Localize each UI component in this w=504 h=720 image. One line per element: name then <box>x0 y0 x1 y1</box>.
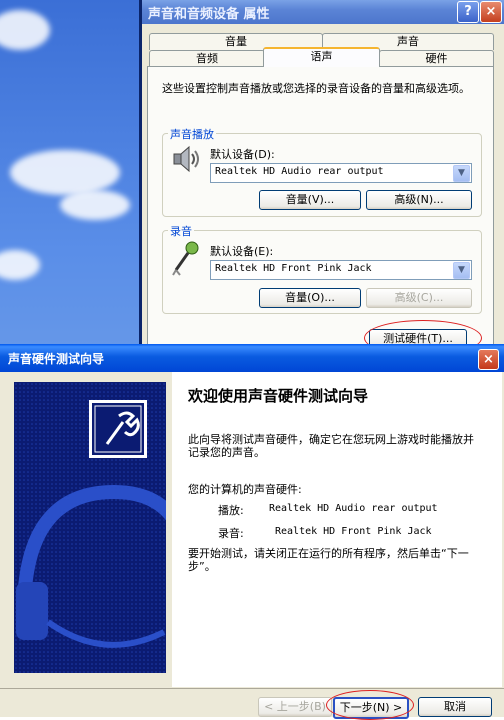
recording-device-name: Realtek HD Front Pink Jack <box>275 526 432 537</box>
cloud <box>0 10 50 50</box>
speaker-icon <box>170 143 202 175</box>
wizard-titlebar[interactable]: 声音硬件测试向导 × <box>0 344 504 372</box>
cancel-button[interactable]: 取消 <box>418 697 492 717</box>
cloud <box>60 190 130 220</box>
tab-voice[interactable]: 语声 <box>263 47 380 67</box>
help-button[interactable]: ? <box>457 1 479 23</box>
wizard-divider <box>0 688 504 689</box>
wizard-close-button[interactable]: × <box>478 349 499 370</box>
microphone-icon <box>170 240 202 276</box>
voice-description: 这些设置控制声音播放或您选择的录音设备的音量和高级选项。 <box>162 82 470 95</box>
close-button[interactable]: × <box>480 1 502 23</box>
playback-group-label: 声音播放 <box>168 126 216 142</box>
playback-device-name: Realtek HD Audio rear output <box>269 503 438 514</box>
tab-audio[interactable]: 音频 <box>149 50 265 67</box>
playback-volume-button[interactable]: 音量(V)... <box>259 190 361 210</box>
cloud <box>0 250 40 280</box>
cloud <box>10 150 120 195</box>
hardware-heading: 您的计算机的声音硬件: <box>188 483 302 496</box>
annotation-circle <box>326 690 414 720</box>
playback-label: 播放: <box>218 504 244 517</box>
playback-advanced-button[interactable]: 高级(N)... <box>366 190 472 210</box>
tab-hardware[interactable]: 硬件 <box>379 50 494 67</box>
recording-device-select[interactable]: Realtek HD Front Pink Jack ▼ <box>210 260 472 280</box>
wizard-title: 声音硬件测试向导 <box>8 352 105 366</box>
recording-label: 录音: <box>218 527 244 540</box>
recording-device-value: Realtek HD Front Pink Jack <box>215 263 372 274</box>
chevron-down-icon[interactable]: ▼ <box>453 262 470 279</box>
wizard-heading: 欢迎使用声音硬件测试向导 <box>188 387 369 405</box>
recording-advanced-button: 高级(C)... <box>366 288 472 308</box>
wrench-icon <box>89 400 147 458</box>
playback-default-device-label: 默认设备(D): <box>210 148 275 161</box>
recording-volume-button[interactable]: 音量(O)... <box>259 288 361 308</box>
wizard-instruction: 要开始测试，请关闭正在运行的所有程序，然后单击“下一步”。 <box>188 547 469 573</box>
chevron-down-icon[interactable]: ▼ <box>453 165 470 182</box>
wizard-banner <box>14 382 166 673</box>
wizard-intro: 此向导将测试声音硬件，确定它在您玩网上游戏时能播放并记录您的声音。 <box>188 433 474 459</box>
playback-device-value: Realtek HD Audio rear output <box>215 166 384 177</box>
playback-device-select[interactable]: Realtek HD Audio rear output ▼ <box>210 163 472 183</box>
window-title: 声音和音频设备 属性 <box>148 7 270 22</box>
recording-default-device-label: 默认设备(E): <box>210 245 274 258</box>
properties-titlebar[interactable]: 声音和音频设备 属性 ? × <box>142 0 504 24</box>
recording-group-label: 录音 <box>168 223 194 239</box>
back-button: < 上一步(B) <box>258 697 332 717</box>
